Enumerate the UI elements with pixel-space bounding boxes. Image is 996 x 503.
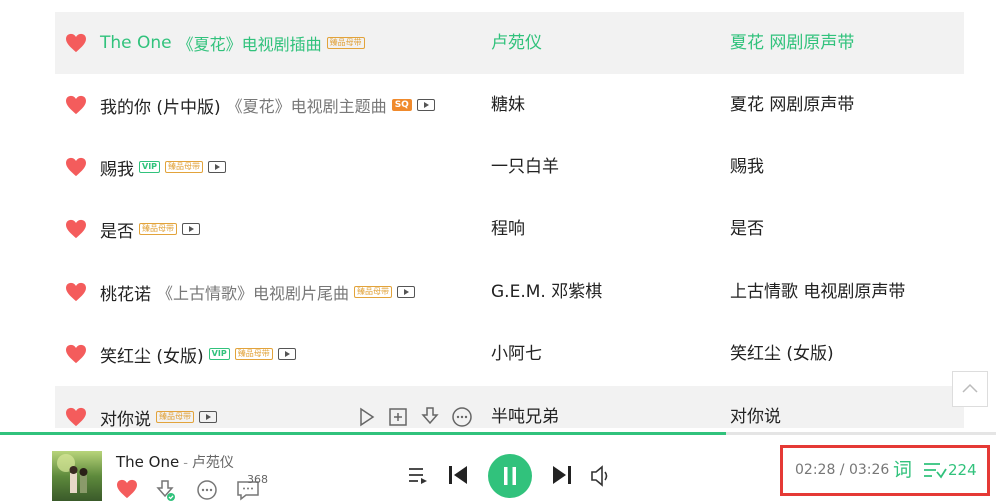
heart-icon[interactable]	[65, 282, 87, 302]
download-icon[interactable]	[419, 406, 441, 428]
pause-button[interactable]	[488, 454, 532, 498]
master-tag: 臻品母带	[234, 348, 273, 360]
song-album[interactable]: 夏花 网剧原声带	[730, 74, 854, 136]
song-title[interactable]: 赐我	[100, 155, 134, 180]
playlist-mode-icon[interactable]	[407, 465, 429, 485]
mv-icon[interactable]	[416, 99, 435, 111]
now-playing: The One - 卢苑仪	[116, 452, 234, 472]
song-row[interactable]: 是否 臻品母带 程响 是否	[55, 198, 964, 260]
download-icon[interactable]	[154, 479, 178, 503]
master-tag: 臻品母带	[165, 161, 204, 173]
heart-icon[interactable]	[65, 95, 87, 115]
song-album[interactable]: 夏花 网剧原声带	[730, 12, 854, 74]
more-icon[interactable]	[451, 406, 473, 428]
song-artist[interactable]: 半吨兄弟	[491, 386, 559, 428]
now-playing-artist[interactable]: 卢苑仪	[192, 455, 234, 471]
heart-icon[interactable]	[65, 219, 87, 239]
song-title[interactable]: 是否	[100, 217, 134, 242]
song-album[interactable]: 上古情歌 电视剧原声带	[730, 261, 905, 323]
song-artist[interactable]: 小阿七	[491, 323, 542, 385]
vip-tag: VIP	[139, 161, 161, 173]
song-subtitle: 《上古情歌》电视剧片尾曲	[157, 284, 350, 303]
song-artist[interactable]: 一只白羊	[491, 136, 559, 198]
song-title[interactable]: 对你说	[100, 405, 151, 429]
volume-icon[interactable]	[589, 465, 613, 487]
heart-icon[interactable]	[65, 407, 87, 427]
song-subtitle: 《夏花》电视剧插曲	[177, 35, 322, 54]
song-row[interactable]: 我的你 (片中版) 《夏花》电视剧主题曲 SQ 糖妹 夏花 网剧原声带	[55, 74, 964, 136]
master-tag: 臻品母带	[354, 286, 393, 298]
total-time: 03:26	[848, 462, 890, 478]
sq-tag: SQ	[391, 99, 412, 111]
song-artist[interactable]: 糖妹	[491, 74, 525, 136]
song-title[interactable]: 笑红尘 (女版)	[100, 342, 204, 367]
song-album[interactable]: 对你说	[730, 386, 781, 428]
heart-icon[interactable]	[65, 33, 87, 53]
play-icon[interactable]	[355, 406, 377, 428]
song-row[interactable]: 对你说 臻品母带 半吨兄弟 对你说	[55, 386, 964, 428]
master-tag: 臻品母带	[139, 223, 177, 235]
add-icon[interactable]	[387, 406, 409, 428]
mv-icon[interactable]	[208, 161, 227, 173]
master-tag: 臻品母带	[156, 411, 194, 423]
song-title[interactable]: The One	[100, 33, 172, 53]
mv-icon[interactable]	[397, 286, 416, 298]
song-list: The One 《夏花》电视剧插曲 臻品母带 卢苑仪 夏花 网剧原声带 我的你 …	[0, 0, 996, 428]
song-artist[interactable]: 程响	[491, 198, 525, 260]
prev-icon[interactable]	[446, 463, 470, 487]
next-icon[interactable]	[550, 463, 574, 487]
pause-icon	[504, 467, 516, 485]
separator: -	[183, 456, 188, 471]
scroll-top-button[interactable]	[952, 371, 988, 407]
song-row[interactable]: The One 《夏花》电视剧插曲 臻品母带 卢苑仪 夏花 网剧原声带	[55, 12, 964, 74]
playlist-icon[interactable]	[923, 460, 947, 480]
song-album[interactable]: 笑红尘 (女版)	[730, 323, 834, 385]
playlist-count[interactable]: 224	[948, 448, 977, 493]
master-tag: 臻品母带	[326, 37, 365, 49]
song-row[interactable]: 笑红尘 (女版) VIP 臻品母带 小阿七 笑红尘 (女版)	[55, 323, 964, 385]
time-display: 02:28 / 03:26	[795, 448, 889, 493]
heart-icon[interactable]	[116, 479, 138, 499]
comment-count: 368	[247, 473, 268, 486]
song-artist[interactable]: 卢苑仪	[491, 12, 542, 74]
player-bar: The One - 卢苑仪 368 02:28 / 03:26 词 224	[0, 435, 996, 503]
song-row[interactable]: 桃花诺 《上古情歌》电视剧片尾曲 臻品母带 G.E.M. 邓紫棋 上古情歌 电视…	[55, 261, 964, 323]
song-title[interactable]: 我的你 (片中版)	[100, 93, 221, 118]
song-subtitle: 《夏花》电视剧主题曲	[226, 97, 387, 116]
now-playing-title[interactable]: The One	[116, 453, 179, 471]
scroll-top-icon	[962, 383, 978, 393]
vip-tag: VIP	[208, 348, 230, 360]
time-lyric-playlist-group: 02:28 / 03:26 词 224	[780, 445, 990, 496]
more-icon[interactable]	[196, 479, 218, 501]
lyrics-button[interactable]: 词	[893, 448, 912, 493]
heart-icon[interactable]	[65, 344, 87, 364]
mv-icon[interactable]	[182, 223, 200, 235]
mv-icon[interactable]	[277, 348, 296, 360]
time-separator: /	[835, 462, 849, 478]
row-actions	[355, 406, 473, 428]
album-cover[interactable]	[52, 451, 102, 501]
song-title[interactable]: 桃花诺	[100, 280, 151, 305]
song-album[interactable]: 赐我	[730, 136, 764, 198]
current-time: 02:28	[795, 462, 836, 478]
song-album[interactable]: 是否	[730, 198, 764, 260]
song-row[interactable]: 赐我 VIP 臻品母带 一只白羊 赐我	[55, 136, 964, 198]
mv-icon[interactable]	[199, 411, 217, 423]
heart-icon[interactable]	[65, 157, 87, 177]
song-artist[interactable]: G.E.M. 邓紫棋	[491, 261, 602, 323]
